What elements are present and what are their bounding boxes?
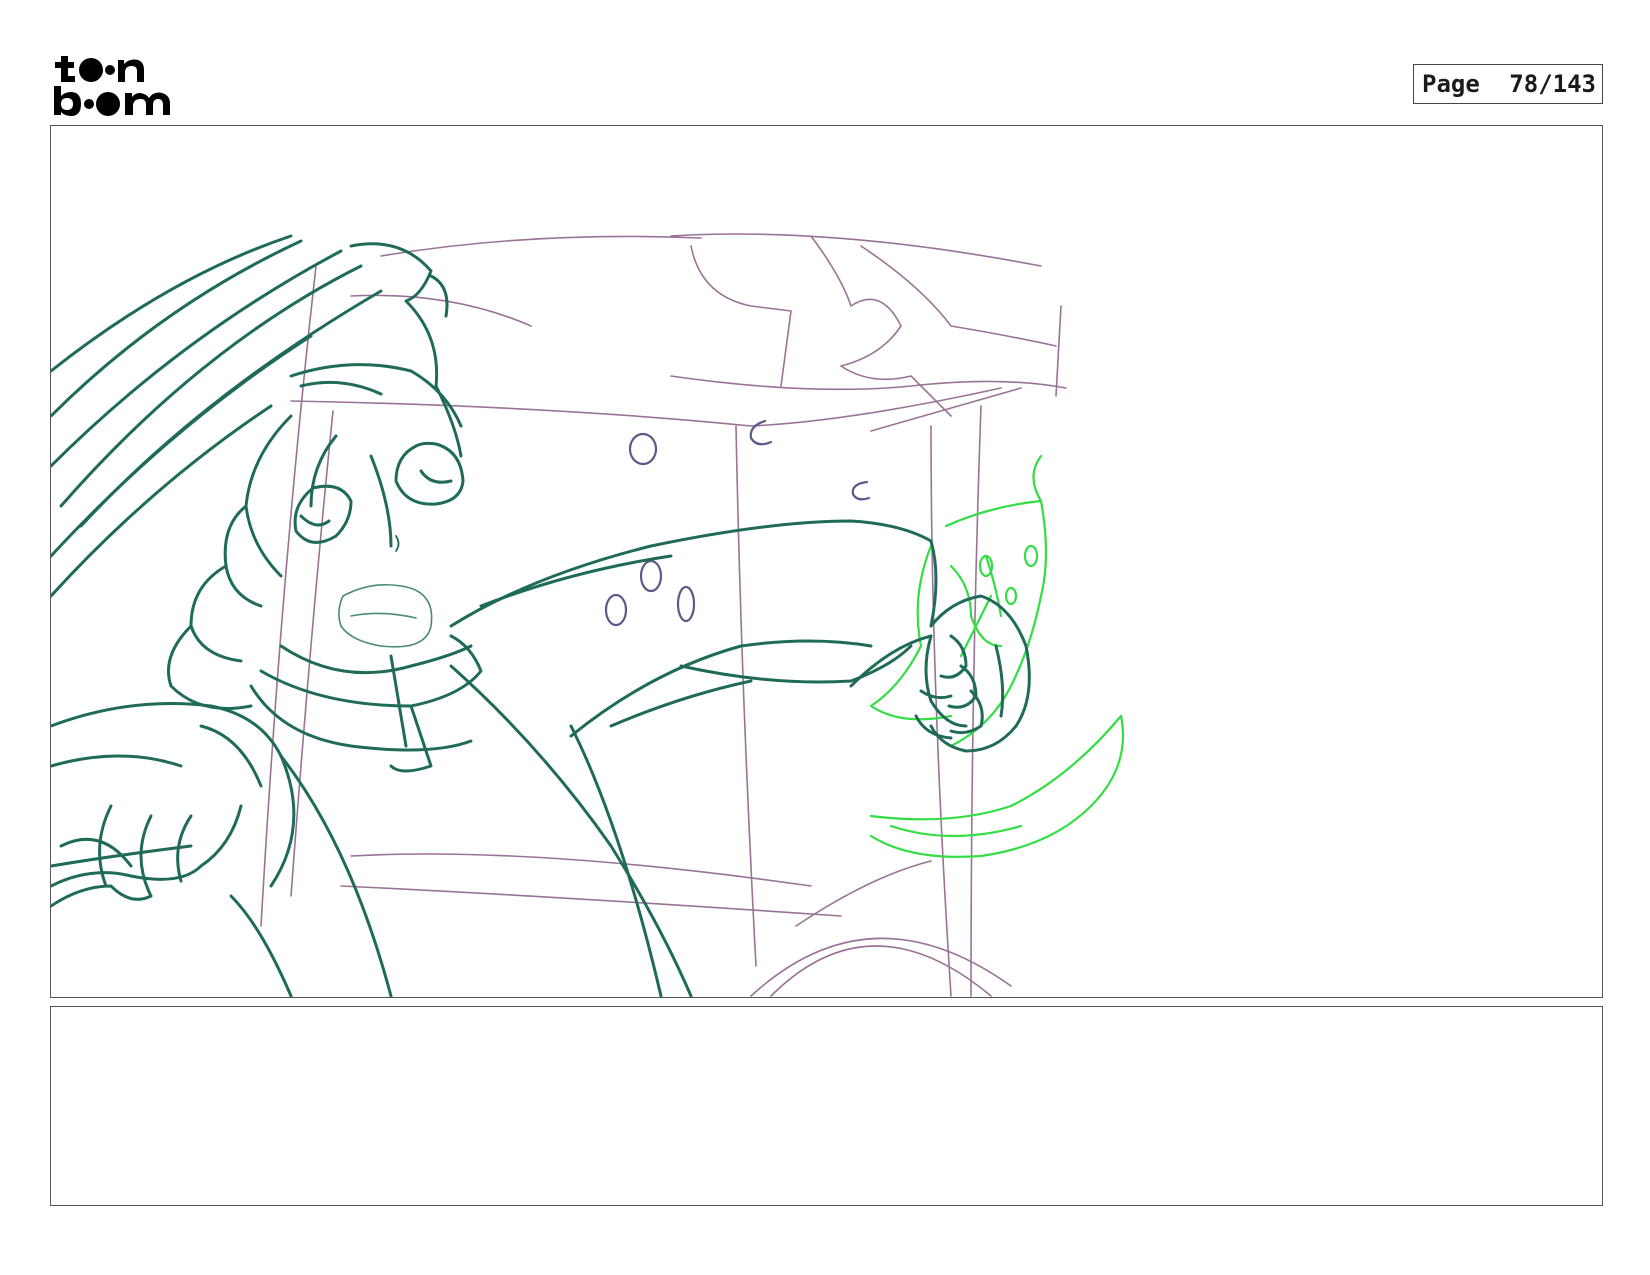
sketch-drawing [51, 233, 1125, 998]
construction-lines [260, 233, 1067, 997]
page-label: Page [1422, 70, 1480, 98]
page-indicator: Page 78/143 [1413, 64, 1603, 104]
character-lines [51, 234, 1031, 998]
storyboard-panel [50, 125, 1603, 998]
panel-notes-box [50, 1006, 1603, 1206]
toon-boom-logo [54, 56, 170, 116]
page-number: 78/143 [1509, 70, 1596, 98]
